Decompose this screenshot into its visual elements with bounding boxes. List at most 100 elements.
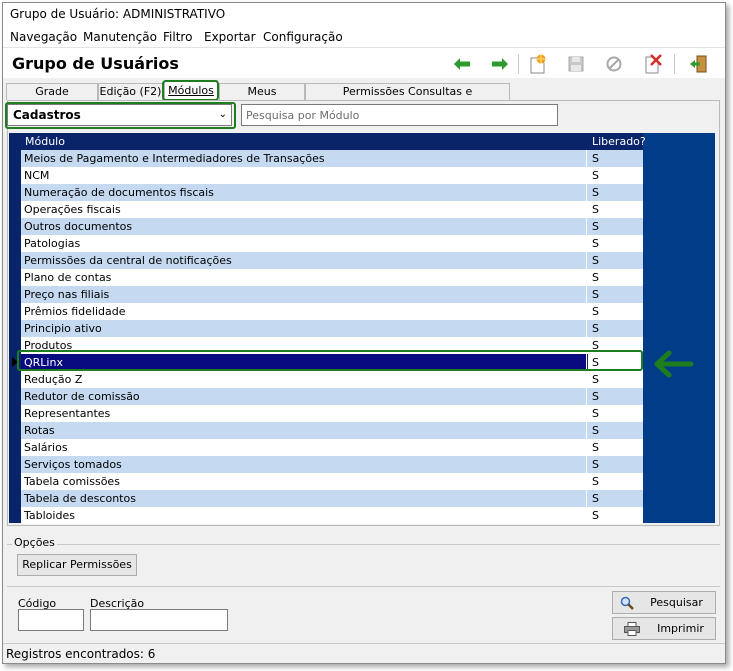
allowed-cell[interactable]: S (588, 490, 643, 507)
module-cell[interactable]: Operações fiscais (21, 201, 587, 218)
table-row[interactable]: Meios de Pagamento e Intermediadores de … (21, 150, 643, 167)
table-row[interactable]: Outros documentos S (21, 218, 643, 235)
module-cell[interactable]: Patologias (21, 235, 587, 252)
column-header-allowed[interactable]: Liberado? (588, 133, 646, 150)
module-cell[interactable]: Tabloides (21, 507, 587, 524)
print-button[interactable]: Imprimir (F9) (612, 617, 716, 655)
category-select[interactable]: Cadastros ⌄ (7, 104, 232, 126)
code-input[interactable] (18, 609, 84, 631)
allowed-cell[interactable]: S (588, 184, 643, 201)
table-row[interactable]: Redutor de comissão S (21, 388, 643, 405)
column-header-module[interactable]: Módulo (21, 133, 588, 150)
table-row[interactable]: Representantes S (21, 405, 643, 422)
table-row[interactable]: Rotas S (21, 422, 643, 439)
module-cell[interactable]: Salários (21, 439, 587, 456)
module-cell[interactable]: Preço nas filiais (21, 286, 587, 303)
tab-meus-relatorios[interactable]: Meus Relatórios (219, 83, 305, 114)
description-input[interactable] (90, 609, 228, 631)
module-cell[interactable]: Prêmios fidelidade (21, 303, 587, 320)
arrow-right-icon[interactable] (489, 53, 511, 75)
table-row[interactable]: NCM S (21, 167, 643, 184)
menu-filtro[interactable]: Filtro (163, 30, 192, 44)
toolbar-separator (674, 54, 675, 74)
chevron-down-icon[interactable]: ⌄ (219, 105, 227, 125)
module-cell[interactable]: Rotas (21, 422, 587, 439)
module-cell[interactable]: Representantes (21, 405, 587, 422)
module-cell[interactable]: QRLinx (21, 354, 587, 371)
search-button[interactable]: Pesquisar (F3) (612, 591, 716, 629)
module-cell[interactable]: NCM (21, 167, 587, 184)
menu-exportar[interactable]: Exportar (204, 30, 256, 44)
allowed-cell[interactable]: S (588, 405, 643, 422)
table-row[interactable]: Prêmios fidelidade S (21, 303, 643, 320)
table-row[interactable]: Salários S (21, 439, 643, 456)
title-bar: Grupo de Usuário: ADMINISTRATIVO (3, 3, 725, 27)
table-row[interactable]: Operações fiscais S (21, 201, 643, 218)
allowed-cell[interactable]: S (588, 320, 643, 337)
module-cell[interactable]: Redução Z (21, 371, 587, 388)
modules-grid: Módulo Liberado? Meios de Pagamento e In… (9, 133, 715, 524)
module-cell[interactable]: Tabela de descontos (21, 490, 587, 507)
table-row[interactable]: Tabela comissões S (21, 473, 643, 490)
table-row[interactable]: Permissões da central de notificações S (21, 252, 643, 269)
new-record-icon[interactable] (527, 53, 549, 75)
allowed-cell[interactable]: S (588, 439, 643, 456)
allowed-cell[interactable]: S (588, 337, 643, 354)
module-cell[interactable]: Serviços tomados (21, 456, 587, 473)
arrow-left-icon[interactable] (451, 53, 473, 75)
table-row[interactable]: Tabela de descontos S (21, 490, 643, 507)
allowed-cell[interactable]: S (588, 201, 643, 218)
tab-permissoes[interactable]: Permissões Consultas e Cancelamentos (305, 83, 510, 114)
module-cell[interactable]: Redutor de comissão (21, 388, 587, 405)
module-cell[interactable]: Produtos (21, 337, 587, 354)
menu-manutencao[interactable]: Manutenção (83, 30, 157, 44)
tab-edicao[interactable]: Edição (F2) (98, 83, 163, 100)
allowed-cell[interactable]: S (588, 303, 643, 320)
allowed-cell[interactable]: S (588, 507, 643, 524)
menu-configuracao[interactable]: Configuração (263, 30, 343, 44)
exit-icon[interactable] (687, 53, 709, 75)
allowed-cell[interactable]: S (588, 167, 643, 184)
table-row[interactable]: Patologias S (21, 235, 643, 252)
allowed-cell[interactable]: S (588, 269, 643, 286)
table-row[interactable]: Preço nas filiais S (21, 286, 643, 303)
allowed-cell[interactable]: S (588, 235, 643, 252)
table-row[interactable]: Redução ZS (21, 371, 643, 388)
replicate-permissions-button[interactable]: Replicar Permissões (17, 554, 137, 576)
module-cell[interactable]: Plano de contas (21, 269, 587, 286)
arrow-left-icon (654, 350, 694, 378)
module-cell[interactable]: Numeração de documentos fiscais (21, 184, 587, 201)
tab-grade[interactable]: Grade (Shift+F3) (6, 83, 98, 114)
allowed-cell[interactable]: S (588, 354, 643, 371)
table-row[interactable]: Principio ativo S (21, 320, 643, 337)
table-row[interactable]: Tabloides S (21, 507, 643, 524)
options-label: Opções (12, 536, 57, 549)
module-cell[interactable]: Principio ativo (21, 320, 587, 337)
table-row[interactable]: Plano de contas S (21, 269, 643, 286)
allowed-cell[interactable]: S (588, 252, 643, 269)
allowed-cell[interactable]: S (588, 150, 643, 167)
allowed-cell[interactable]: S (588, 473, 643, 490)
module-cell[interactable]: Permissões da central de notificações (21, 252, 587, 269)
table-row[interactable]: Numeração de documentos fiscais S (21, 184, 643, 201)
table-row[interactable]: Produtos S (21, 337, 643, 354)
delete-icon[interactable] (642, 53, 664, 75)
page-title: Grupo de Usuários (12, 54, 179, 73)
allowed-cell[interactable]: S (588, 218, 643, 235)
table-row-selected[interactable]: QRLinx S (21, 354, 643, 371)
menu-navegacao[interactable]: Navegação (10, 30, 77, 44)
allowed-cell[interactable]: S (588, 456, 643, 473)
module-cell[interactable]: Meios de Pagamento e Intermediadores de … (21, 150, 587, 167)
module-cell[interactable]: Outros documentos (21, 218, 587, 235)
module-search-input[interactable] (241, 104, 558, 126)
toolbar-separator (518, 54, 519, 74)
module-cell[interactable]: Tabela comissões (21, 473, 587, 490)
allowed-cell[interactable]: S (588, 388, 643, 405)
allowed-cell[interactable]: S (588, 286, 643, 303)
allowed-cell[interactable]: S (588, 422, 643, 439)
allowed-cell[interactable]: S (588, 371, 643, 388)
cancel-icon (603, 53, 625, 75)
tab-modulos[interactable]: Módulos (164, 80, 218, 101)
application-window: Grupo de Usuário: ADMINISTRATIVO Navegaç… (2, 2, 726, 664)
table-row[interactable]: Serviços tomados S (21, 456, 643, 473)
